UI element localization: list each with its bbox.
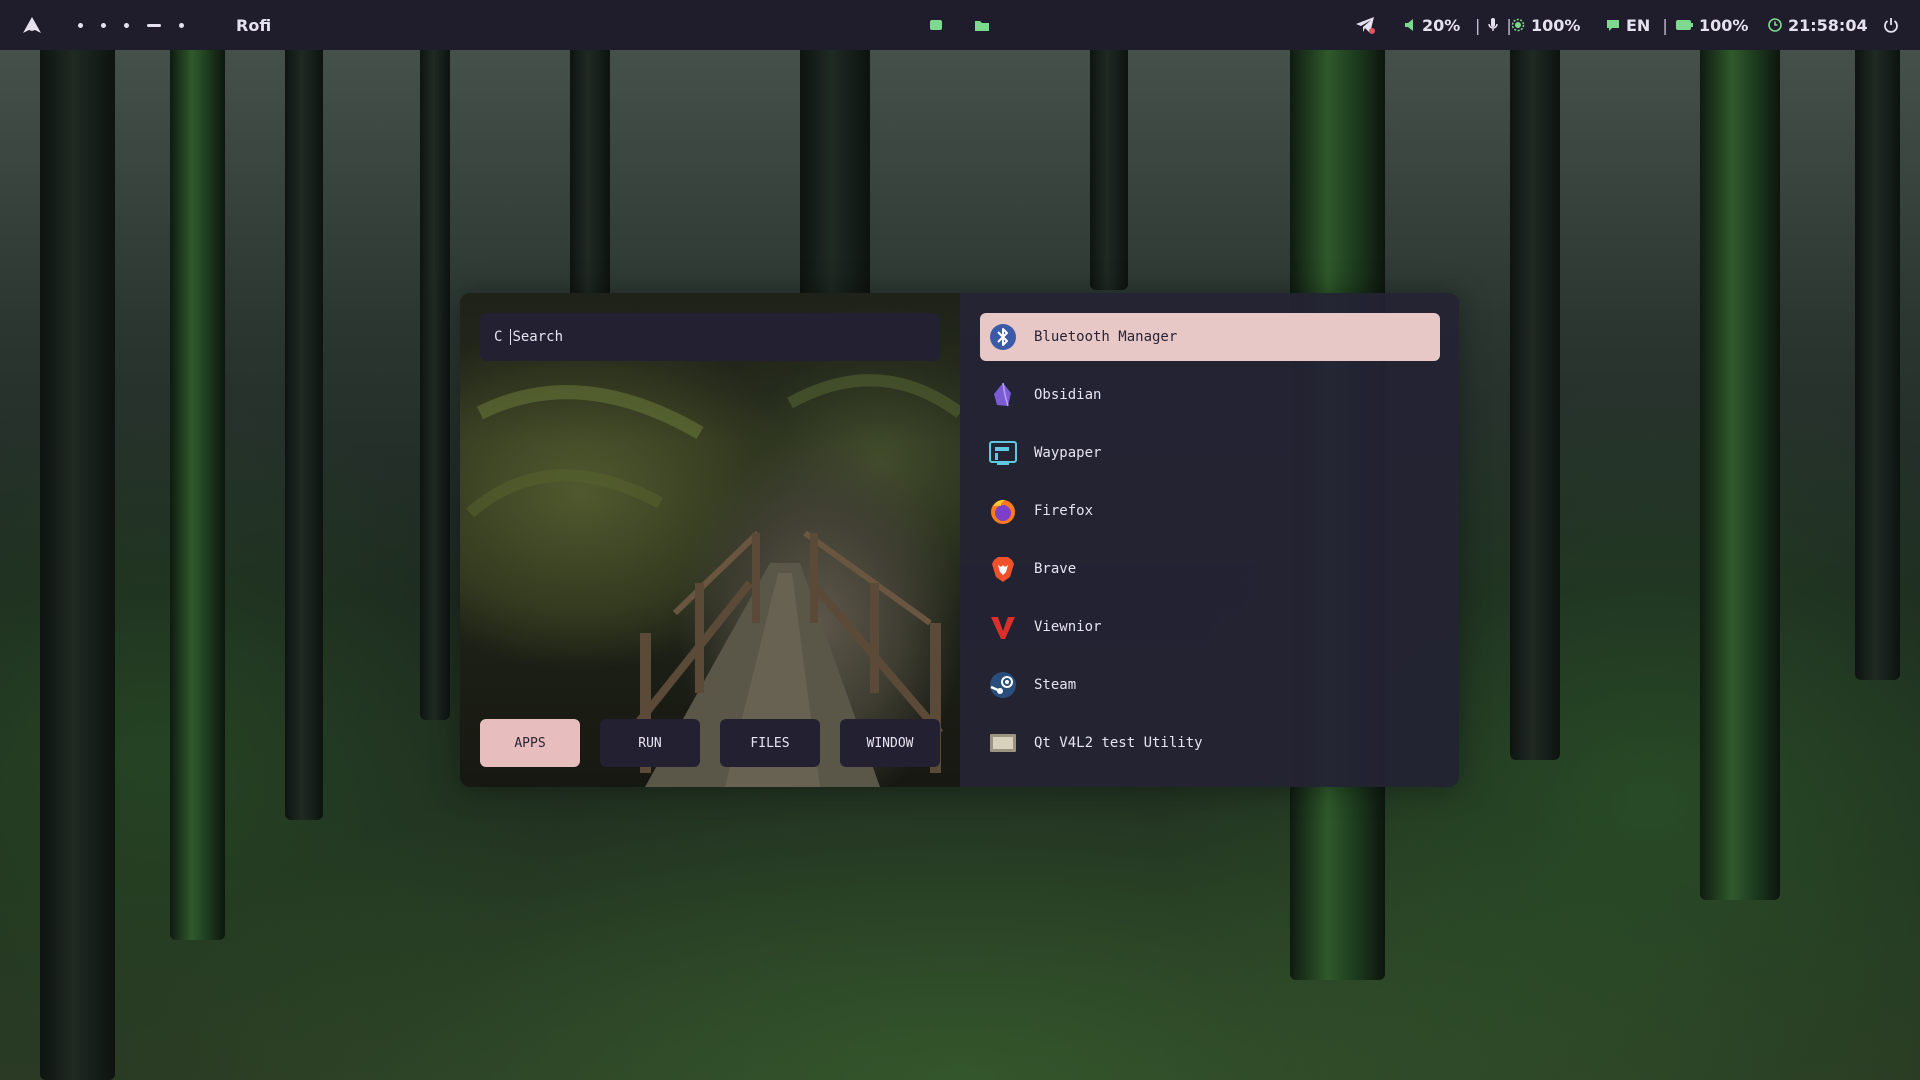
microphone-widget[interactable]: | | [1475,0,1512,50]
volume-icon [1405,19,1413,31]
folder-icon [975,20,989,31]
wallpaper-tree [1855,40,1900,680]
terminal-icon [930,20,942,30]
battery-widget[interactable]: 100% [1675,0,1748,50]
mode-window-button[interactable]: WINDOW [840,719,940,767]
brightness-icon [1511,18,1525,32]
mode-apps-button[interactable]: APPS [480,719,580,767]
mode-switcher: APPS RUN FILES WINDOW [480,719,940,767]
wallpaper-tree [570,40,610,300]
app-name: Obsidian [1034,387,1102,403]
arch-logo-icon [23,17,41,33]
app-item-viewnior[interactable]: Viewnior [980,603,1440,651]
workspace-1[interactable] [78,22,83,28]
workspace-3[interactable] [124,22,129,28]
app-name: Viewnior [1034,619,1102,635]
app-item-qt-v4l2-test-utility[interactable]: Qt V4L2 test Utility [980,719,1440,767]
workspace-active[interactable] [147,23,161,27]
app-name: Qt V4L2 test Utility [1034,735,1203,751]
wallpaper-tree [420,40,450,720]
wallpaper-tree [1090,40,1128,290]
terminal-button[interactable] [929,0,943,50]
qt-v4l2-icon [988,728,1018,758]
app-name: Steam [1034,677,1077,693]
wallpaper-tree [1700,40,1780,900]
rofi-launcher: C Search APPS RUN FILES WINDOW Bluetooth… [460,293,1459,787]
app-item-steam[interactable]: Steam [980,661,1440,709]
volume-value: 20% [1422,15,1461,35]
keyboard-icon [1607,19,1619,31]
telegram-icon [1356,17,1375,34]
separator: | [1475,15,1481,35]
search-icon: C [494,329,503,345]
launcher-button[interactable] [22,0,42,50]
app-list: Bluetooth Manager Obsidian Waypaper Fire… [960,293,1459,787]
separator: | [1662,15,1668,35]
microphone-icon [1488,18,1499,31]
language-value: EN [1626,15,1651,35]
app-item-brave[interactable]: Brave [980,545,1440,593]
firefox-icon [988,496,1018,526]
workspace-2[interactable] [101,22,106,28]
steam-icon [988,670,1018,700]
language-widget[interactable]: EN | [1606,0,1668,50]
wallpaper-tree [40,40,115,1080]
workspaces [78,0,184,50]
brightness-widget[interactable]: 100% [1511,0,1580,50]
app-item-obsidian[interactable]: Obsidian [980,371,1440,419]
app-item-waypaper[interactable]: Waypaper [980,429,1440,477]
wallpaper-tree [800,40,870,300]
search-input[interactable]: Search [512,329,563,345]
app-name: Brave [1034,561,1077,577]
mode-files-button[interactable]: FILES [720,719,820,767]
app-item-firefox[interactable]: Firefox [980,487,1440,535]
battery-value: 100% [1699,15,1749,35]
brightness-value: 100% [1531,15,1581,35]
top-bar: Rofi 20% | | 100% EN | 100% 21:58:04 [0,0,1920,50]
mode-run-button[interactable]: RUN [600,719,700,767]
wallpaper-tree [170,40,225,940]
power-button[interactable] [1883,0,1899,50]
viewnior-icon [988,612,1018,642]
clock-widget[interactable]: 21:58:04 [1768,0,1868,50]
volume-widget[interactable]: 20% [1404,0,1460,50]
fern-bridge-image [466,374,960,787]
obsidian-icon [988,380,1018,410]
files-button[interactable] [974,0,990,50]
rofi-image-panel: C Search APPS RUN FILES WINDOW [460,293,960,787]
telegram-button[interactable] [1355,0,1375,50]
app-name: Firefox [1034,503,1094,519]
text-cursor [510,329,512,345]
app-name: Waypaper [1034,445,1102,461]
wallpaper-tree [1510,40,1560,760]
window-title: Rofi [236,15,272,35]
app-name: Bluetooth Manager [1034,329,1178,345]
brave-icon [988,554,1018,584]
battery-icon [1676,20,1693,30]
workspace-5[interactable] [179,22,184,28]
waypaper-icon [988,438,1018,468]
wallpaper-tree [285,40,323,820]
bluetooth-icon [988,322,1018,352]
power-icon [1884,18,1898,33]
clock-value: 21:58:04 [1788,15,1868,35]
search-bar[interactable]: C Search [480,313,940,361]
clock-icon [1768,18,1782,32]
app-item-bluetooth-manager[interactable]: Bluetooth Manager [980,313,1440,361]
